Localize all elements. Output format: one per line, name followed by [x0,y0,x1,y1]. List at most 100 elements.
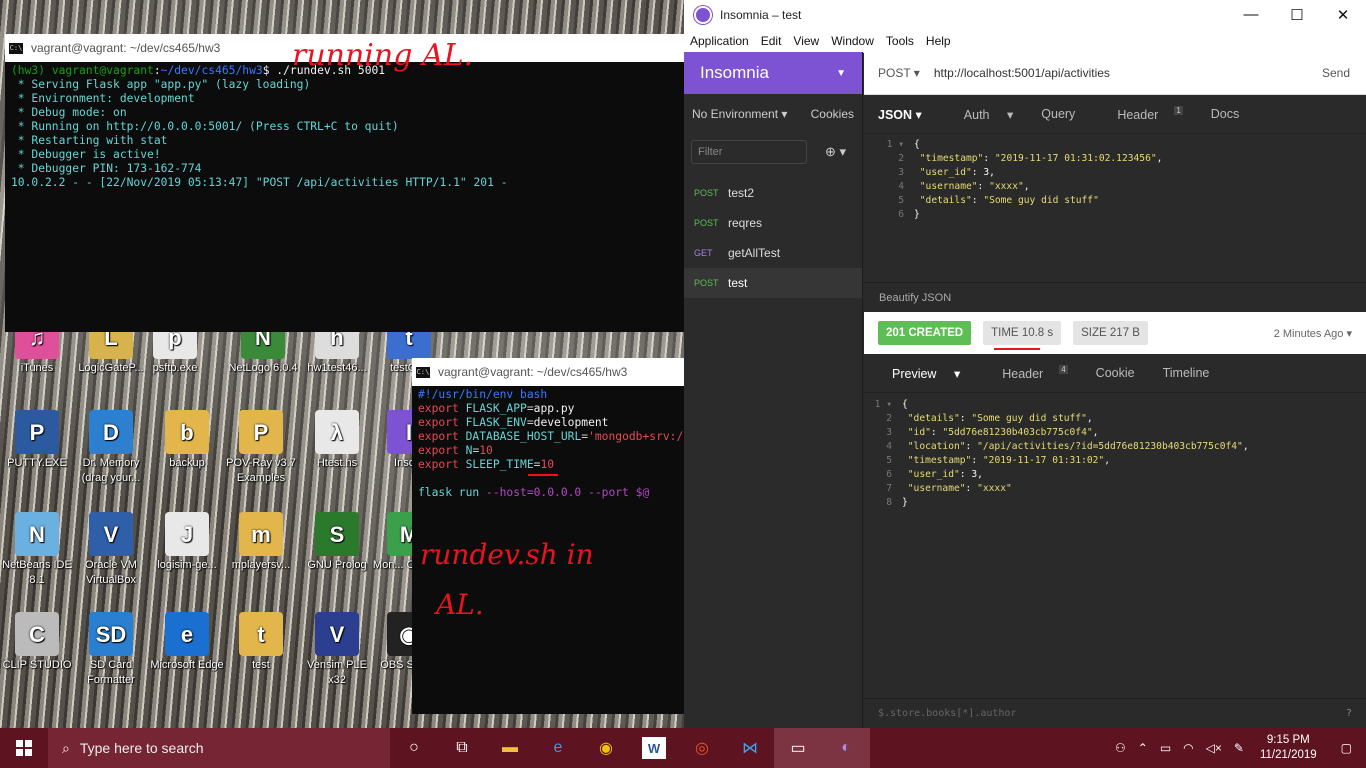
desktop-icon-label: Oracle VM VirtualBox [85,559,137,586]
maximize-button[interactable]: ☐ [1274,6,1320,24]
method-select[interactable]: POST ▾ [864,66,934,80]
start-button[interactable] [0,728,48,768]
environment-select[interactable]: No Environment ▾ [692,107,787,121]
task-view-icon[interactable]: ⧉ [438,728,486,768]
add-request-icon[interactable]: ⊕ ▾ [825,144,846,160]
clock-date: 11/21/2019 [1259,749,1317,761]
send-button[interactable]: Send [1322,66,1366,80]
desktop-icon-label: SD Card Formatter [87,659,135,686]
beautify-json-button[interactable]: Beautify JSON [864,282,1366,312]
menu-item-window[interactable]: Window [825,34,880,48]
word-icon[interactable]: W [642,737,666,759]
terminal-window-script[interactable]: C:\ vagrant@vagrant: ~/dev/cs465/hw3 #!/… [412,358,684,714]
desktop-icon[interactable]: N NetBeans IDE 8.1 [0,512,74,588]
desktop-icon[interactable]: SD SD Card Formatter [74,612,148,688]
desktop-icon[interactable]: S GNU Prolog [300,512,374,573]
window-titlebar[interactable]: Insomnia – test — ☐ ✕ [684,0,1366,30]
terminal-title: vagrant@vagrant: ~/dev/cs465/hw3 [438,365,628,379]
request-item[interactable]: GET getAllTest [684,238,862,268]
volume-icon[interactable]: ◁× [1200,741,1228,755]
tab-cookie[interactable]: Cookie [1082,366,1149,380]
request-item[interactable]: POST test2 [684,178,862,208]
request-method: POST [694,278,719,288]
cookies-button[interactable]: Cookies [811,107,854,121]
tab-response-header[interactable]: Header 4 [974,365,1081,381]
request-item[interactable]: POST reqres [684,208,862,238]
people-icon[interactable]: ⚇ [1109,741,1132,755]
terminal-taskbar-icon[interactable]: ▭ [774,728,822,768]
search-icon: ⌕ [62,739,70,756]
desktop-icon[interactable]: λ Htest.hs [300,410,374,471]
app-icon: t [239,612,283,656]
taskbar: ⌕ Type here to search ○ ⧉ ▬ e ◉ W ◎ ⋈ ▭ … [0,728,1366,768]
tab-auth[interactable]: Auth ▾ [936,107,1027,122]
chevron-up-icon[interactable]: ⌃ [1132,741,1154,755]
desktop-icon[interactable]: b backup [150,410,224,471]
pen-icon[interactable]: ✎ [1228,741,1250,755]
response-body-viewer[interactable]: 1 ▾{2 "details": "Some guy did stuff", 3 … [864,394,1366,510]
desktop-icon[interactable]: V Vensim PLE x32 [300,612,374,688]
vscode-icon[interactable]: ⋈ [726,728,774,768]
menu-item-application[interactable]: Application [684,34,755,48]
battery-icon[interactable]: ▭ [1154,741,1177,755]
taskbar-search[interactable]: ⌕ Type here to search [48,728,390,768]
desktop-icon[interactable]: P PUTTY.EXE [0,410,74,471]
tab-timeline[interactable]: Timeline [1149,366,1224,380]
edge-icon[interactable]: e [534,728,582,768]
tab-docs[interactable]: Docs [1197,107,1253,121]
script-content[interactable]: #!/usr/bin/env bash export FLASK_APP=app… [412,386,684,502]
desktop-icon-label: psftp.exe [152,362,198,374]
ubuntu-icon[interactable]: ◎ [678,728,726,768]
desktop-icon[interactable]: V Oracle VM VirtualBox [74,512,148,588]
request-body-editor[interactable]: 1 ▾{2 "timestamp": "2019-11-17 01:31:02.… [864,134,1366,222]
file-explorer-icon[interactable]: ▬ [486,728,534,768]
app-icon: N [15,512,59,556]
request-tabs: JSON ▾ Auth ▾ Query Header 1 Docs [864,95,1366,134]
request-pane: POST ▾ http://localhost:5001/api/activit… [864,52,1366,728]
insomnia-logo-icon [694,6,712,24]
terminal-titlebar[interactable]: C:\ vagrant@vagrant: ~/dev/cs465/hw3 [412,358,684,386]
history-dropdown[interactable]: 2 Minutes Ago ▾ [1274,327,1352,340]
underline-sleep [528,474,558,476]
notification-icon[interactable]: ▢ [1327,741,1366,755]
wifi-icon[interactable]: ◠ [1177,741,1199,755]
workspace-name: Insomnia [700,63,769,82]
code-line: 6 "user_id": 3, [886,469,983,480]
response-filter-bar: $.store.books[*].author ? [864,698,1366,728]
clock[interactable]: 9:15 PM 11/21/2019 [1250,733,1327,763]
menu-item-view[interactable]: View [787,34,825,48]
desktop-icon[interactable]: Jlogisim-ge... [150,512,224,573]
response-filter-input[interactable]: $.store.books[*].author [878,708,1016,719]
filter-input[interactable]: Filter [691,140,807,164]
desktop-icon[interactable]: P POV-Ray v3.7 Examples [224,410,298,486]
status-badge: 201 CREATED [878,321,972,345]
code-line: 2 "details": "Some guy did stuff", [886,413,1093,424]
menu-item-edit[interactable]: Edit [755,34,788,48]
app-icon: C [15,612,59,656]
desktop-icon[interactable]: D Dr. Memory (drag your... [74,410,148,486]
window-title: Insomnia – test [720,8,802,22]
insomnia-taskbar-icon[interactable]: ◐ [822,728,870,768]
tab-query[interactable]: Query [1027,107,1089,121]
close-button[interactable]: ✕ [1320,6,1366,24]
tab-preview[interactable]: Preview ▾ [864,366,974,381]
terminal-window-server[interactable]: C:\ vagrant@vagrant: ~/dev/cs465/hw3 (hw… [5,34,684,332]
request-name: getAllTest [728,246,781,260]
tab-header[interactable]: Header 1 [1089,106,1196,122]
desktop-icon[interactable]: C CLIP STUDIO [0,612,74,673]
desktop-icon[interactable]: t test [224,612,298,673]
cortana-icon[interactable]: ○ [390,728,438,768]
tab-body[interactable]: JSON ▾ [864,107,936,122]
chrome-icon[interactable]: ◉ [582,728,630,768]
terminal-output[interactable]: (hw3) vagrant@vagrant:~/dev/cs465/hw3$ .… [5,62,684,192]
workspace-dropdown[interactable]: Insomnia ▼ [684,52,862,94]
request-item[interactable]: POST test [684,268,862,298]
desktop-icon[interactable]: m mplayersv... [224,512,298,573]
minimize-button[interactable]: — [1228,6,1274,24]
desktop-icon[interactable]: e Microsoft Edge [150,612,224,673]
help-icon[interactable]: ? [1346,708,1352,719]
menu-item-help[interactable]: Help [920,34,957,48]
url-input[interactable]: http://localhost:5001/api/activities [934,66,1110,80]
menu-item-tools[interactable]: Tools [880,34,920,48]
desktop-icon-label: PUTTY.EXE [7,457,67,469]
